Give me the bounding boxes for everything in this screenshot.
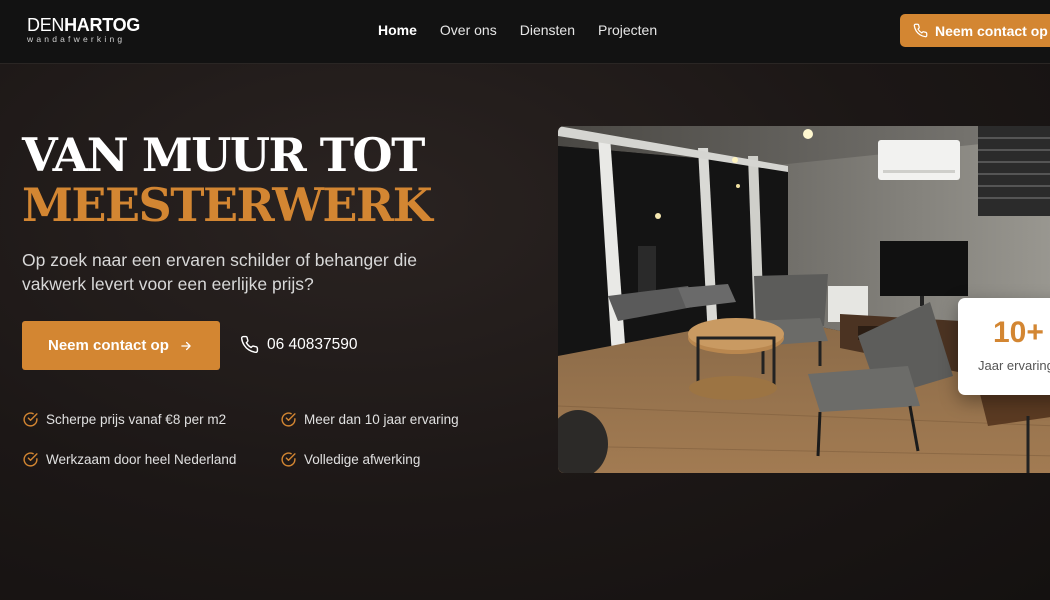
logo[interactable]: DENHARTOG wandafwerking (27, 16, 140, 44)
feature-item: Meer dan 10 jaar ervaring (280, 411, 459, 428)
experience-label: Jaar ervaring (978, 358, 1050, 373)
feature-label: Werkzaam door heel Nederland (46, 452, 237, 467)
hero-contact-label: Neem contact op (48, 337, 169, 354)
feature-item: Werkzaam door heel Nederland (22, 451, 236, 468)
hero-title: VAN MUUR TOT MEESTERWERK (22, 128, 433, 232)
phone-number: 06 40837590 (267, 335, 358, 353)
phone-icon (913, 23, 928, 38)
check-circle-icon (281, 412, 296, 427)
feature-label: Volledige afwerking (304, 452, 421, 467)
experience-stat-card: 10+ Jaar ervaring (958, 298, 1050, 395)
feature-label: Meer dan 10 jaar ervaring (304, 412, 459, 427)
check-circle-icon (23, 412, 38, 427)
check-circle-icon (23, 452, 38, 467)
phone-link[interactable]: 06 40837590 (240, 335, 358, 354)
nav-over-ons[interactable]: Over ons (440, 22, 497, 38)
nav-home[interactable]: Home (378, 22, 417, 38)
experience-number: 10+ (993, 316, 1044, 349)
hero-subtitle: Op zoek naar een ervaren schilder of beh… (22, 250, 417, 294)
hero-title-line1: VAN MUUR TOT (22, 128, 425, 182)
logo-hartog: HARTOG (64, 15, 140, 35)
nav-projecten[interactable]: Projecten (598, 22, 657, 38)
hero-contact-button[interactable]: Neem contact op (22, 321, 220, 370)
site-header: DENHARTOG wandafwerking Home Over ons Di… (0, 0, 1050, 64)
hero-title-line2: MEESTERWERK (22, 178, 433, 232)
check-circle-icon (281, 452, 296, 467)
nav-diensten[interactable]: Diensten (520, 22, 575, 38)
header-contact-label: Neem contact op (935, 22, 1048, 39)
logo-den: DEN (27, 15, 65, 35)
header-contact-button[interactable]: Neem contact op (900, 14, 1050, 47)
feature-item: Scherpe prijs vanaf €8 per m2 (22, 411, 226, 428)
arrow-right-icon (181, 341, 191, 350)
logo-tagline: wandafwerking (27, 34, 126, 44)
feature-label: Scherpe prijs vanaf €8 per m2 (46, 412, 227, 427)
feature-item: Volledige afwerking (280, 451, 420, 468)
main-nav: Home Over ons Diensten Projecten (378, 22, 657, 38)
phone-icon (240, 335, 259, 354)
